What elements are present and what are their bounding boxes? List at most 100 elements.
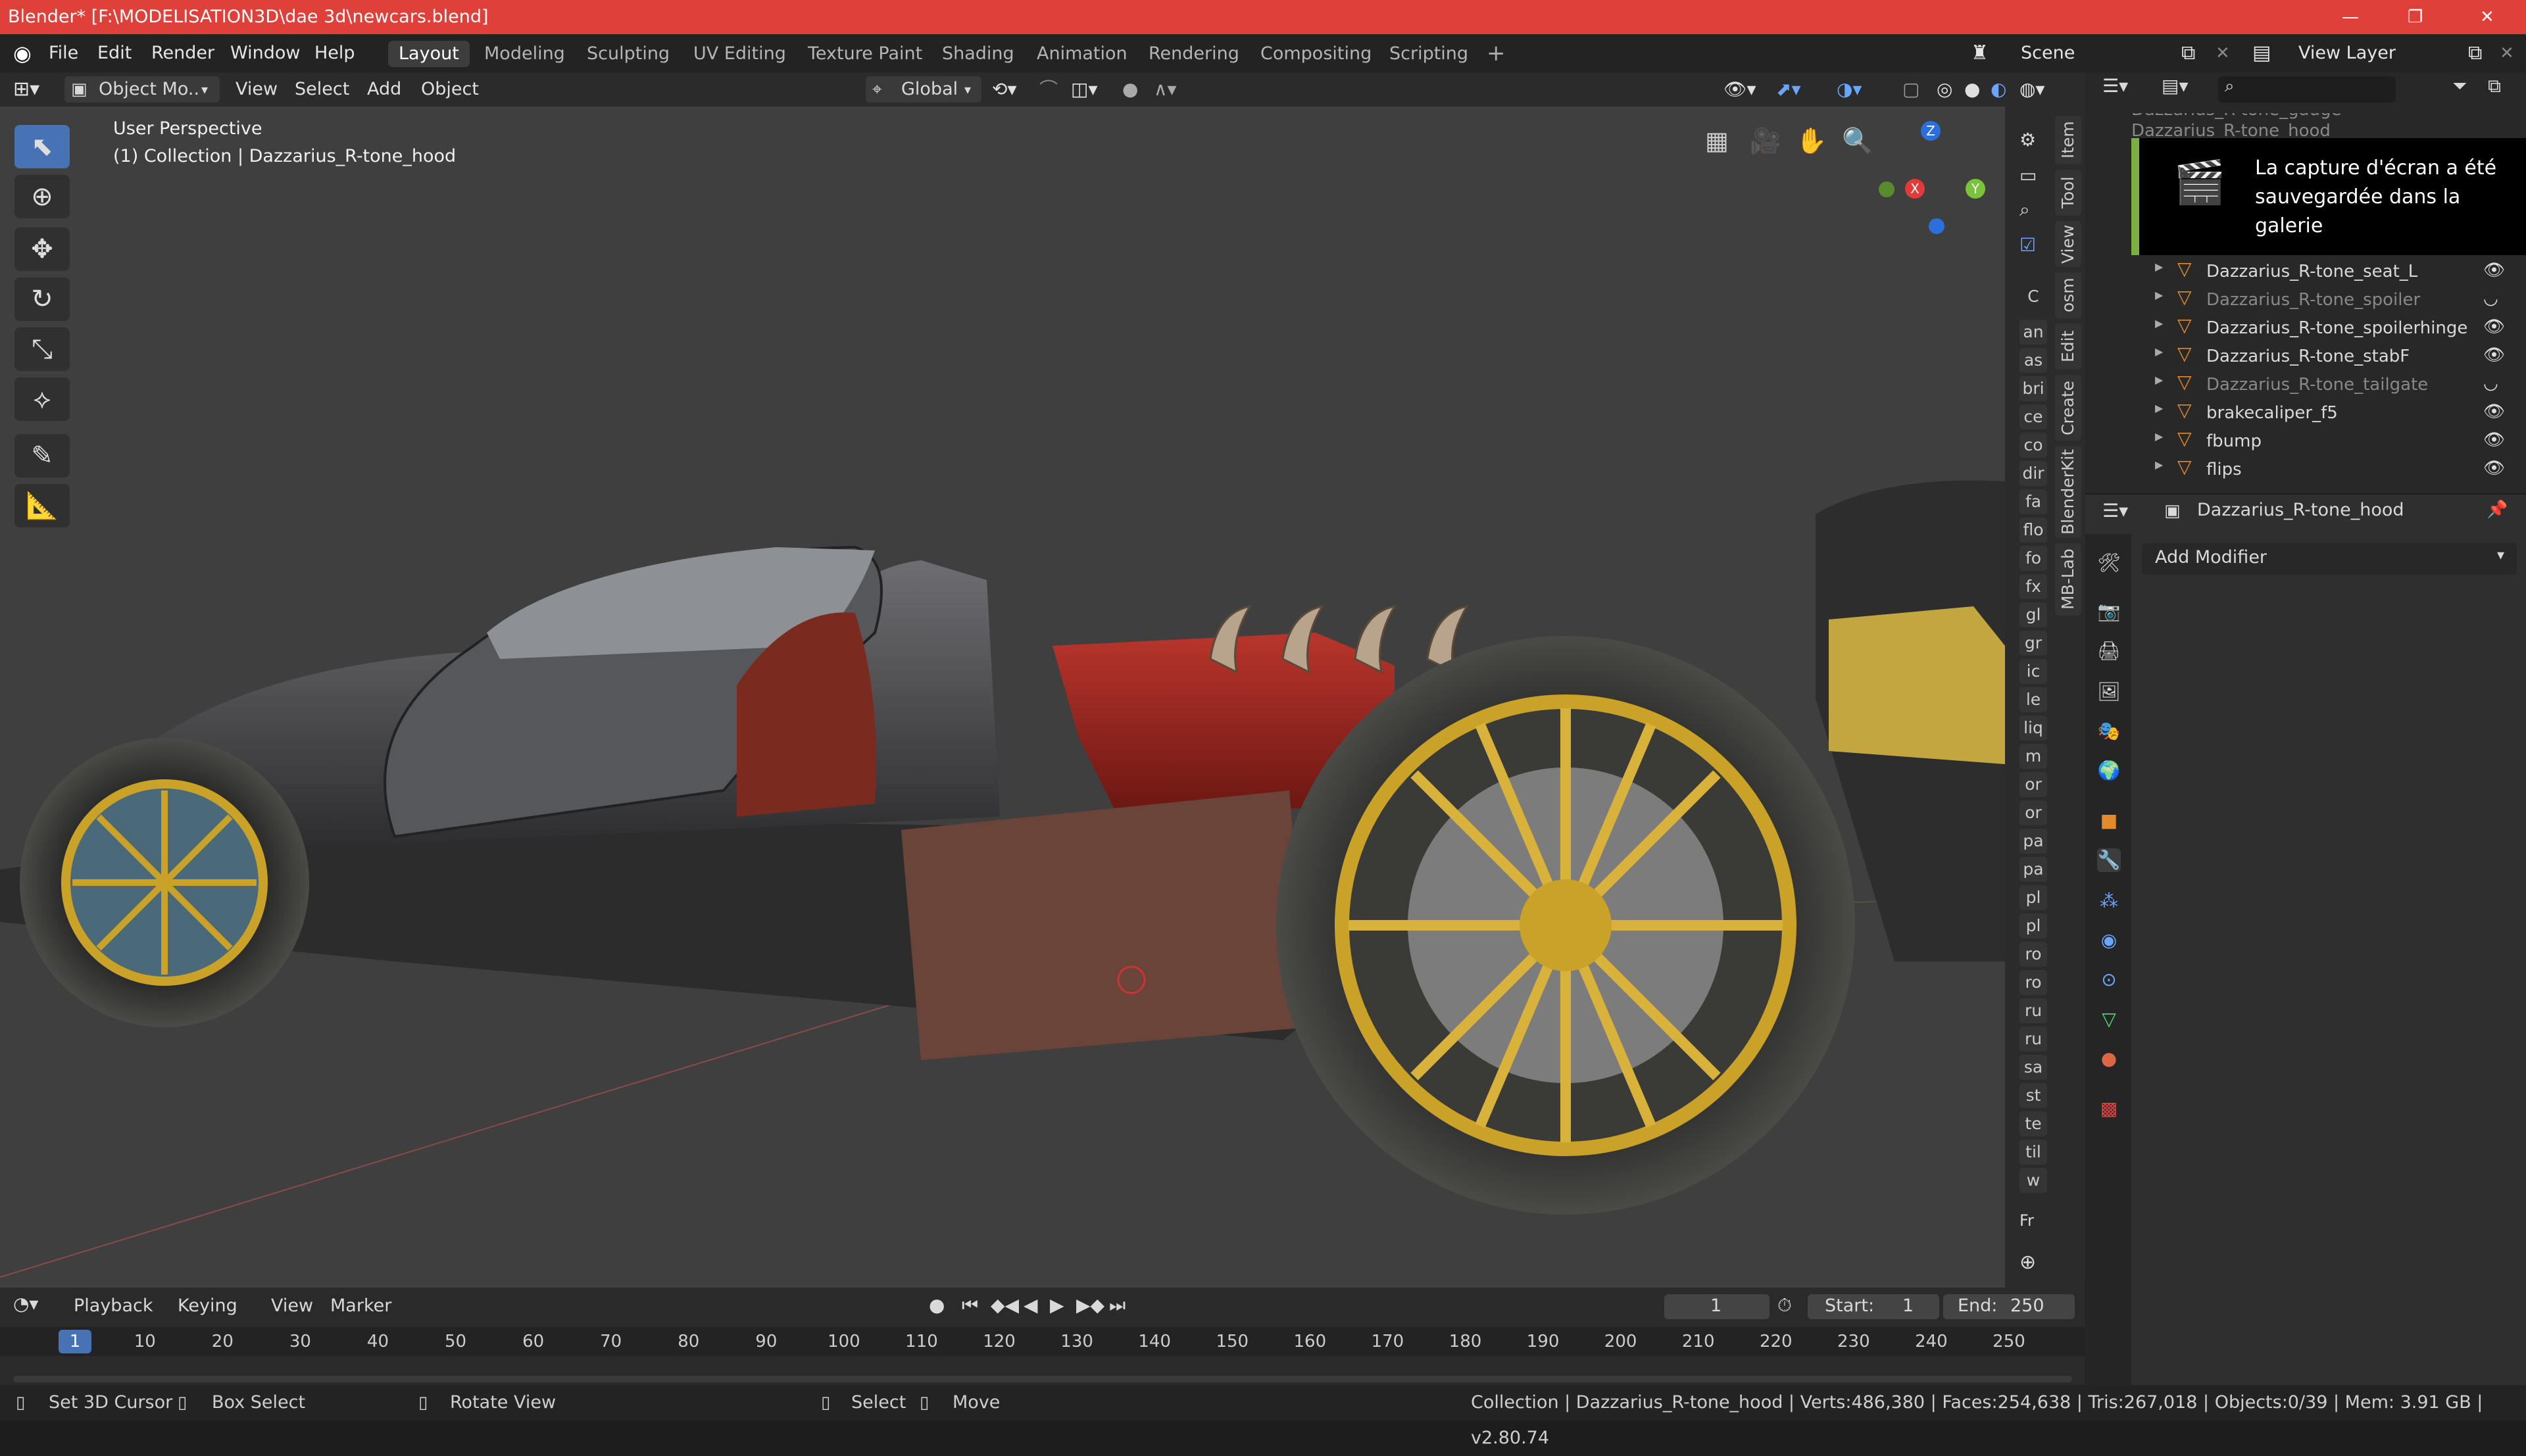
gizmo-y-axis[interactable]: Y xyxy=(1966,179,1985,199)
timeline-menu-keying[interactable]: Keying xyxy=(178,1296,237,1316)
sidebar-chip[interactable]: fa xyxy=(2019,489,2047,514)
sidebar-chip[interactable]: m xyxy=(2019,744,2047,769)
sidebar-chip[interactable]: ce xyxy=(2019,404,2047,429)
checkbox-icon[interactable]: ☑ xyxy=(2019,234,2036,256)
monitor-icon[interactable]: ▭ xyxy=(2019,164,2037,186)
modifier-properties-icon[interactable]: 🔧 xyxy=(2097,848,2121,872)
sidebar-chip[interactable]: an xyxy=(2019,320,2047,345)
xray-icon[interactable]: ▢ xyxy=(1902,72,1919,107)
minimize-icon[interactable]: — xyxy=(2342,0,2359,34)
jump-start-icon[interactable]: ⏮ xyxy=(962,1294,978,1317)
tab-tool[interactable]: Tool xyxy=(2055,170,2081,216)
delete-scene-icon[interactable]: ✕ xyxy=(2216,34,2230,72)
particles-properties-icon[interactable]: ⁂ xyxy=(2097,889,2121,913)
eye-icon[interactable]: 👁 xyxy=(2483,402,2505,422)
outliner-search-input[interactable]: ⌕ xyxy=(2218,76,2396,103)
end-frame-field[interactable]: End: 250 xyxy=(1943,1294,2075,1319)
outliner-row[interactable]: brakecaliper_f5 xyxy=(2206,399,2338,427)
tab-osm[interactable]: osm xyxy=(2055,272,2081,318)
sidebar-chip[interactable]: te xyxy=(2019,1111,2047,1136)
next-keyframe-icon[interactable]: ▶◆ xyxy=(1076,1294,1104,1316)
sidebar-chip[interactable]: til xyxy=(2019,1140,2047,1165)
sidebar-chip[interactable]: ru xyxy=(2019,1027,2047,1052)
gizmo-toggle-icon[interactable]: ⬈▾ xyxy=(1776,72,1801,107)
constraints-properties-icon[interactable]: ⊙ xyxy=(2097,968,2121,992)
move-tool-icon[interactable]: ✥ xyxy=(14,228,70,271)
eye-closed-icon[interactable]: ◡ xyxy=(2483,374,2498,393)
data-properties-icon[interactable]: ▽ xyxy=(2097,1007,2121,1031)
workspace-tab-layout[interactable]: Layout xyxy=(388,41,470,67)
view-settings-icon[interactable]: ⚙ xyxy=(2019,129,2036,151)
new-scene-icon[interactable]: ⧉ xyxy=(2181,34,2195,72)
pin-icon[interactable]: 📌 xyxy=(2487,500,2508,520)
outliner-editor-type-icon[interactable]: ☰▾ xyxy=(2102,75,2128,97)
prev-keyframe-icon[interactable]: ◆◀ xyxy=(991,1294,1019,1316)
start-frame-field[interactable]: Start: 1 xyxy=(1808,1294,1939,1319)
play-reverse-icon[interactable]: ◀ xyxy=(1024,1294,1038,1316)
sidebar-chip[interactable]: as xyxy=(2019,348,2047,373)
new-view-layer-icon[interactable]: ⧉ xyxy=(2468,34,2482,72)
eye-icon[interactable]: 👁 xyxy=(2483,345,2505,365)
record-icon[interactable]: ● xyxy=(929,1294,945,1316)
sidebar-chip[interactable]: dir xyxy=(2019,461,2047,486)
world-properties-icon[interactable]: 🌍 xyxy=(2097,759,2121,783)
workspace-tab-compositing[interactable]: Compositing xyxy=(1250,41,1382,67)
outliner-row[interactable]: Dazzarius_R-tone_tailgate xyxy=(2206,371,2428,399)
search-icon[interactable]: ⌕ xyxy=(2019,199,2030,221)
cursor-tool-icon[interactable]: ⊕ xyxy=(14,175,70,218)
texture-properties-icon[interactable]: ▩ xyxy=(2097,1097,2121,1121)
tab-blenderkit[interactable]: BlenderKit xyxy=(2055,446,2081,538)
render-properties-icon[interactable]: 📷 xyxy=(2097,600,2121,623)
sidebar-bottom-label[interactable]: Fr xyxy=(2019,1211,2034,1230)
zoom-view-icon[interactable]: 🔍 xyxy=(1842,126,1873,156)
menu-window[interactable]: Window xyxy=(230,34,300,72)
delete-view-layer-icon[interactable]: ✕ xyxy=(2500,34,2514,72)
gizmo-z-axis[interactable]: Z xyxy=(1921,121,1941,141)
tab-create[interactable]: Create xyxy=(2055,375,2081,441)
camera-view-icon[interactable]: 🎥 xyxy=(1750,126,1781,156)
expand-icon[interactable]: ▶ xyxy=(2155,317,2163,329)
mode-dropdown[interactable]: ▣ Object Mo.. ▾ xyxy=(64,76,220,103)
expand-icon[interactable]: ▶ xyxy=(2155,458,2163,471)
menu-edit[interactable]: Edit xyxy=(97,34,132,72)
object-properties-icon[interactable]: ■ xyxy=(2097,809,2121,833)
expand-icon[interactable]: ▶ xyxy=(2155,402,2163,414)
outliner-row[interactable]: fbump xyxy=(2206,427,2262,456)
add-workspace-icon[interactable]: + xyxy=(1487,34,1506,72)
annotate-tool-icon[interactable]: ✎ xyxy=(14,434,70,477)
scale-tool-icon[interactable]: ⤡ xyxy=(14,328,70,371)
sidebar-chip[interactable]: or xyxy=(2019,772,2047,797)
sidebar-chip[interactable]: co xyxy=(2019,433,2047,458)
outliner-row[interactable]: flips xyxy=(2206,456,2242,484)
measure-tool-icon[interactable]: 📐 xyxy=(14,484,70,527)
visibility-icon[interactable]: 👁▾ xyxy=(1723,72,1756,107)
sidebar-chip[interactable]: ro xyxy=(2019,942,2047,967)
globe-icon[interactable]: ⊕ xyxy=(2019,1251,2036,1274)
pivot-point-icon[interactable]: ⟲▾ xyxy=(992,72,1017,107)
sidebar-chip[interactable]: le xyxy=(2019,687,2047,712)
scene-properties-icon[interactable]: 🎭 xyxy=(2097,719,2121,743)
close-icon[interactable]: ✕ xyxy=(2480,0,2494,34)
properties-editor-type-icon[interactable]: ☰▾ xyxy=(2102,500,2128,522)
workspace-tab-animation[interactable]: Animation xyxy=(1026,41,1138,67)
sidebar-chip[interactable]: C xyxy=(2019,284,2047,309)
material-shading-icon[interactable]: ◐ xyxy=(1991,72,2006,107)
new-collection-icon[interactable]: ⧉ xyxy=(2488,75,2501,97)
toggle-grid-icon[interactable]: ▦ xyxy=(1705,126,1729,155)
sidebar-chip[interactable]: w xyxy=(2019,1168,2047,1193)
add-modifier-dropdown[interactable]: Add Modifier ▾ xyxy=(2142,543,2517,575)
workspace-tab-rendering[interactable]: Rendering xyxy=(1138,41,1250,67)
gizmo-neg-z[interactable] xyxy=(1929,218,1944,234)
timeline-menu-marker[interactable]: Marker xyxy=(330,1296,391,1316)
sidebar-chip[interactable]: pl xyxy=(2019,913,2047,938)
overlay-toggle-icon[interactable]: ◑▾ xyxy=(1837,72,1862,107)
gizmo-neg-y[interactable] xyxy=(1879,182,1894,197)
sidebar-chip[interactable]: fx xyxy=(2019,574,2047,599)
outliner-row[interactable]: Dazzarius_R-tone_spoilerhinge xyxy=(2206,314,2467,343)
sidebar-chip[interactable]: ru xyxy=(2019,998,2047,1023)
editor-type-icon[interactable]: ⊞▾ xyxy=(13,72,39,107)
3d-viewport[interactable]: User Perspective (1) Collection | Dazzar… xyxy=(0,107,2005,1288)
sidebar-chip[interactable]: st xyxy=(2019,1083,2047,1108)
sidebar-chip[interactable]: or xyxy=(2019,800,2047,825)
tab-mb-lab[interactable]: MB-Lab xyxy=(2055,543,2081,616)
